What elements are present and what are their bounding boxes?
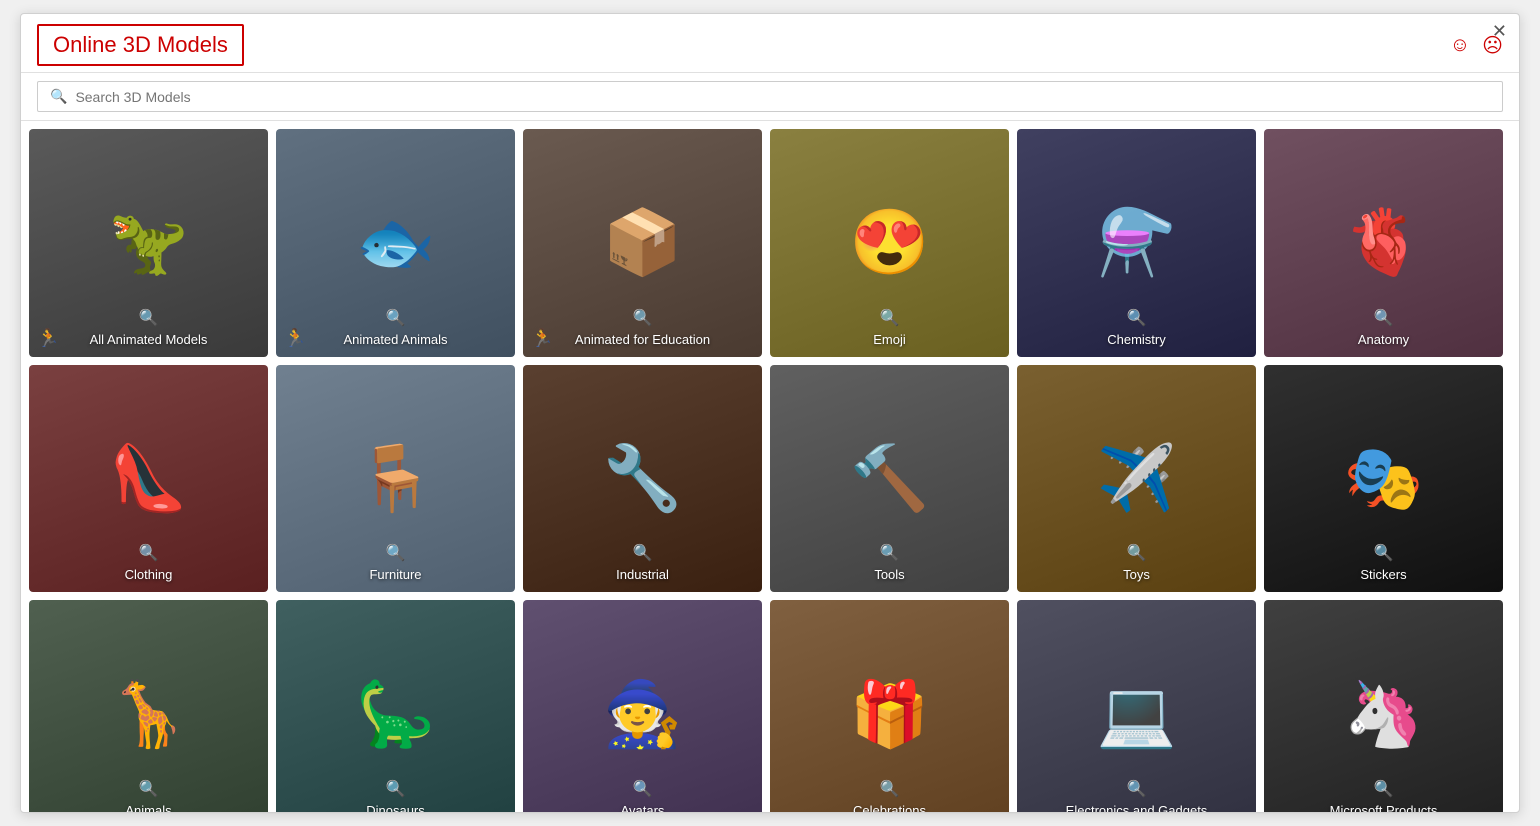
card-clothing-label: Clothing [39,567,258,582]
search-input-wrap: 🔍 [37,81,1503,112]
card-industrial-search-icon: 🔍 [533,543,752,563]
card-dinosaurs-overlay: 🔍 Dinosaurs [276,771,515,812]
card-animated-animals-label: Animated Animals [286,332,505,347]
card-animated-animals-search-icon: 🔍 [286,308,505,328]
card-tools[interactable]: 🔨🔍Tools [770,365,1009,593]
card-all-animated-search-icon: 🔍 [39,308,258,328]
card-dinosaurs-search-icon: 🔍 [286,779,505,799]
card-industrial-label: Industrial [533,567,752,582]
card-all-animated-anim-icon: 🏃 [37,328,59,349]
card-animated-education-anim-icon: 🏃 [531,328,553,349]
card-dinosaurs[interactable]: 🦕🔍Dinosaurs [276,600,515,812]
card-emoji-search-icon: 🔍 [780,308,999,328]
card-chemistry-label: Chemistry [1027,332,1246,347]
main-window: ✕ Online 3D Models ☺ ☹ 🔍 🦖🔍All Animated … [20,13,1520,813]
card-clothing[interactable]: 👠🔍Clothing [29,365,268,593]
card-avatars-overlay: 🔍 Avatars [523,771,762,812]
card-celebrations-search-icon: 🔍 [780,779,999,799]
card-tools-overlay: 🔍 Tools [770,535,1009,592]
card-chemistry-overlay: 🔍 Chemistry [1017,300,1256,357]
card-animals-label: Animals [39,803,258,812]
card-animated-education[interactable]: 📦🔍Animated for Education🏃 [523,129,762,357]
card-animals[interactable]: 🦒🔍Animals [29,600,268,812]
title-box: Online 3D Models [37,24,244,66]
card-anatomy-search-icon: 🔍 [1274,308,1493,328]
card-animated-education-overlay: 🔍 Animated for Education [523,300,762,357]
card-industrial[interactable]: 🔧🔍Industrial [523,365,762,593]
card-electronics-search-icon: 🔍 [1027,779,1246,799]
card-tools-search-icon: 🔍 [780,543,999,563]
card-animated-education-label: Animated for Education [533,332,752,347]
card-animated-education-search-icon: 🔍 [533,308,752,328]
card-avatars-search-icon: 🔍 [533,779,752,799]
card-anatomy-overlay: 🔍 Anatomy [1264,300,1503,357]
card-avatars[interactable]: 🧙🔍Avatars [523,600,762,812]
close-button[interactable]: ✕ [1492,22,1507,40]
card-microsoft-overlay: 🔍 Microsoft Products [1264,771,1503,812]
categories-grid: 🦖🔍All Animated Models🏃🐟🔍Animated Animals… [29,129,1503,812]
card-toys-label: Toys [1027,567,1246,582]
card-anatomy-label: Anatomy [1274,332,1493,347]
card-celebrations-overlay: 🔍 Celebrations [770,771,1009,812]
card-celebrations[interactable]: 🎁🔍Celebrations [770,600,1009,812]
card-emoji[interactable]: 😍🔍Emoji [770,129,1009,357]
happy-icon[interactable]: ☺ [1450,34,1470,57]
card-all-animated-overlay: 🔍 All Animated Models [29,300,268,357]
search-icon: 🔍 [50,88,67,105]
card-tools-label: Tools [780,567,999,582]
card-animated-animals-overlay: 🔍 Animated Animals [276,300,515,357]
card-furniture-overlay: 🔍 Furniture [276,535,515,592]
card-stickers-search-icon: 🔍 [1274,543,1493,563]
card-emoji-label: Emoji [780,332,999,347]
card-industrial-overlay: 🔍 Industrial [523,535,762,592]
card-microsoft[interactable]: 🦄🔍Microsoft Products [1264,600,1503,812]
title-bar: Online 3D Models ☺ ☹ [21,14,1519,73]
card-dinosaurs-label: Dinosaurs [286,803,505,812]
card-stickers-label: Stickers [1274,567,1493,582]
card-emoji-overlay: 🔍 Emoji [770,300,1009,357]
card-stickers-overlay: 🔍 Stickers [1264,535,1503,592]
card-celebrations-label: Celebrations [780,803,999,812]
search-bar: 🔍 [21,73,1519,121]
card-toys[interactable]: ✈️🔍Toys [1017,365,1256,593]
card-clothing-search-icon: 🔍 [39,543,258,563]
search-input[interactable] [75,89,1490,105]
card-toys-search-icon: 🔍 [1027,543,1246,563]
card-animals-overlay: 🔍 Animals [29,771,268,812]
card-electronics-label: Electronics and Gadgets [1027,803,1246,812]
card-all-animated-label: All Animated Models [39,332,258,347]
page-title: Online 3D Models [53,32,228,57]
card-furniture[interactable]: 🪑🔍Furniture [276,365,515,593]
card-clothing-overlay: 🔍 Clothing [29,535,268,592]
card-avatars-label: Avatars [533,803,752,812]
card-electronics[interactable]: 💻🔍Electronics and Gadgets [1017,600,1256,812]
content-area: 🦖🔍All Animated Models🏃🐟🔍Animated Animals… [21,121,1519,812]
card-chemistry-search-icon: 🔍 [1027,308,1246,328]
card-furniture-search-icon: 🔍 [286,543,505,563]
card-animated-animals-anim-icon: 🏃 [284,328,306,349]
card-animated-animals[interactable]: 🐟🔍Animated Animals🏃 [276,129,515,357]
card-electronics-overlay: 🔍 Electronics and Gadgets [1017,771,1256,812]
card-furniture-label: Furniture [286,567,505,582]
card-anatomy[interactable]: 🫀🔍Anatomy [1264,129,1503,357]
card-toys-overlay: 🔍 Toys [1017,535,1256,592]
card-microsoft-label: Microsoft Products [1274,803,1493,812]
card-all-animated[interactable]: 🦖🔍All Animated Models🏃 [29,129,268,357]
card-animals-search-icon: 🔍 [39,779,258,799]
card-stickers[interactable]: 🎭🔍Stickers [1264,365,1503,593]
card-chemistry[interactable]: ⚗️🔍Chemistry [1017,129,1256,357]
card-microsoft-search-icon: 🔍 [1274,779,1493,799]
